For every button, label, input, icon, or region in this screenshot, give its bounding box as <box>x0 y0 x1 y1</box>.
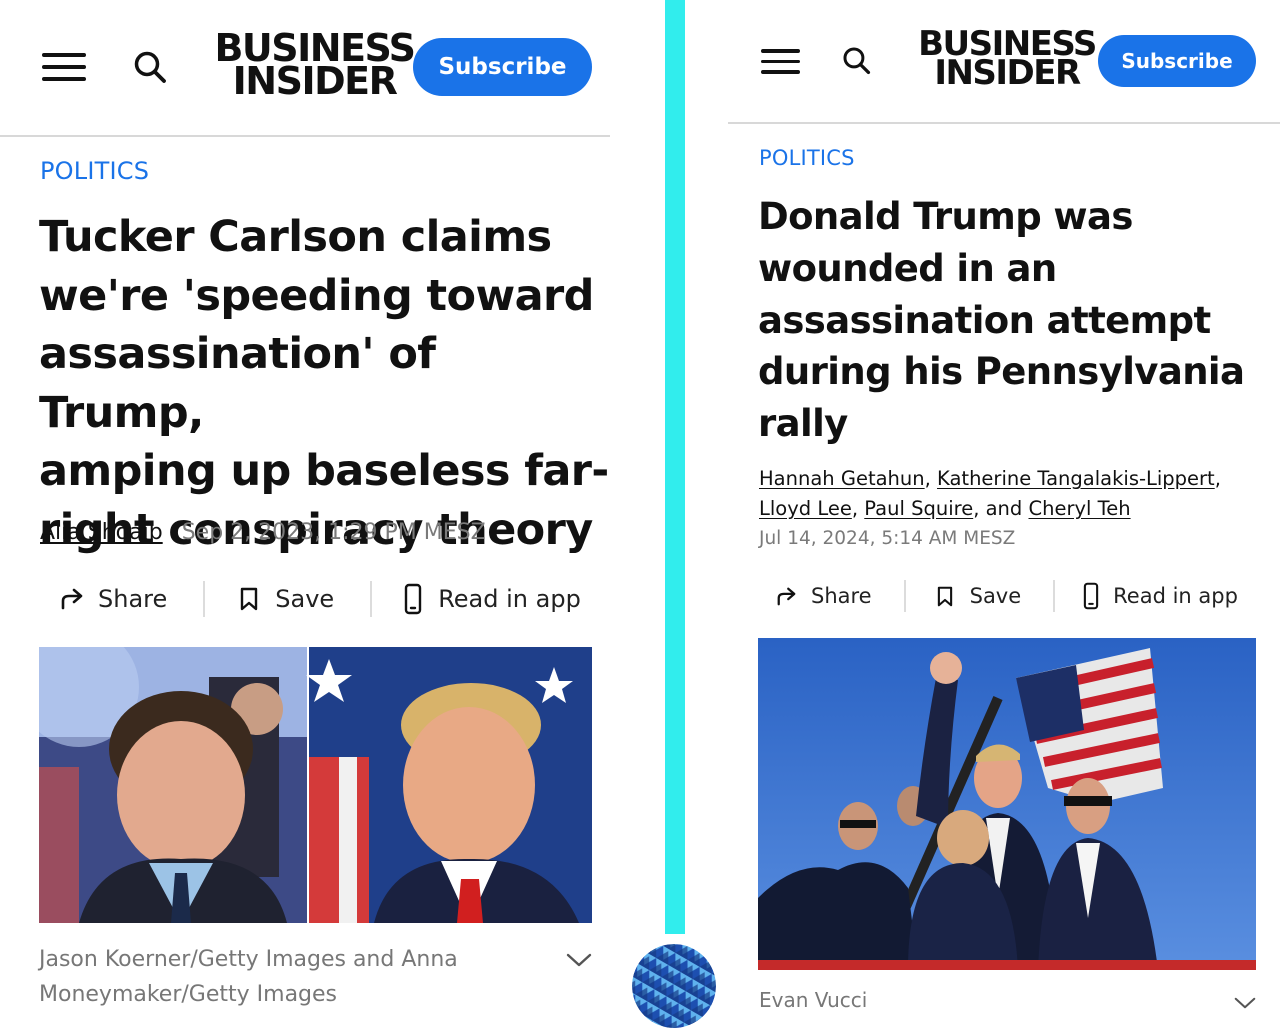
hamburger-icon[interactable] <box>761 49 800 74</box>
headline-line: Tucker Carlson claims <box>39 212 552 262</box>
read-in-app-button[interactable]: Read in app <box>1083 582 1238 610</box>
headline-line: wounded in an <box>758 246 1057 290</box>
caption-line: Moneymaker/Getty Images <box>39 982 338 1007</box>
hamburger-icon[interactable] <box>42 53 86 81</box>
article-headline: Donald Trump was wounded in an assassina… <box>758 191 1245 450</box>
article-hero-image <box>758 638 1256 970</box>
save-button[interactable]: Save <box>239 585 334 613</box>
headline-line: assassination' of Trump, <box>39 329 436 438</box>
chevron-down-icon[interactable] <box>1234 996 1256 1010</box>
headline-line: assassination attempt <box>758 298 1211 342</box>
headline-line: during his Pennsylvania <box>758 350 1245 394</box>
share-icon <box>777 587 796 605</box>
article-actions: Share Save Read in app <box>776 579 1238 613</box>
article-headline: Tucker Carlson claims we're 'speeding to… <box>39 208 610 559</box>
action-separator <box>370 581 373 617</box>
author-link[interactable]: Alia Shoaib <box>40 520 163 545</box>
bookmark-icon <box>241 587 258 611</box>
byline: Alia Shoaib Sep 2, 2023, 1:29 PM MESZ <box>40 518 486 548</box>
read-in-app-label: Read in app <box>1113 584 1238 608</box>
site-header: BUSINESS INSIDER Subscribe <box>0 0 610 137</box>
search-icon[interactable] <box>133 50 167 84</box>
share-button[interactable]: Share <box>776 584 872 608</box>
read-in-app-label: Read in app <box>438 585 581 613</box>
share-label: Share <box>811 584 872 608</box>
business-insider-logo[interactable]: BUSINESS INSIDER <box>916 27 1098 91</box>
headline-line: Donald Trump was <box>758 195 1133 238</box>
author-link[interactable]: Hannah Getahun <box>759 467 925 490</box>
search-icon[interactable] <box>842 46 871 75</box>
share-button[interactable]: Share <box>60 585 167 613</box>
right-article-screenshot: BUSINESS INSIDER Subscribe POLITICS Dona… <box>728 0 1280 1036</box>
chevron-down-icon[interactable] <box>566 952 592 968</box>
section-kicker[interactable]: POLITICS <box>759 146 855 170</box>
action-separator <box>203 581 206 617</box>
byline-separator: , <box>1214 467 1221 490</box>
business-insider-logo[interactable]: BUSINESS INSIDER <box>212 29 417 99</box>
article-actions: Share Save Read in app <box>60 580 581 618</box>
author-link[interactable]: Cheryl Teh <box>1029 497 1131 520</box>
phone-icon <box>404 583 422 615</box>
headline-line: we're 'speeding toward <box>39 270 594 321</box>
publish-date: Jul 14, 2024, 5:14 AM MESZ <box>759 528 1016 549</box>
publish-date: Sep 2, 2023, 1:29 PM MESZ <box>181 520 486 545</box>
byline-separator: , and <box>973 497 1029 520</box>
author-link[interactable]: Paul Squire <box>864 497 973 520</box>
headline-line: rally <box>758 402 848 446</box>
divider-bar <box>665 0 685 934</box>
author-link[interactable]: Lloyd Lee <box>759 497 852 520</box>
byline-separator: , <box>924 467 938 490</box>
bookmark-icon <box>937 586 952 606</box>
left-article-screenshot: BUSINESS INSIDER Subscribe POLITICS Tuck… <box>0 0 610 1036</box>
headline-line: amping up baseless far- <box>39 446 609 496</box>
site-header: BUSINESS INSIDER Subscribe <box>728 0 1280 124</box>
section-kicker[interactable]: POLITICS <box>40 157 149 185</box>
author-link[interactable]: Katherine Tangalakis-Lippert <box>937 467 1215 490</box>
byline-separator: , <box>851 497 865 520</box>
share-label: Share <box>98 585 168 613</box>
save-label: Save <box>969 584 1022 608</box>
watermark-badge <box>632 944 716 1028</box>
action-separator <box>903 580 906 612</box>
action-separator <box>1053 580 1056 612</box>
byline: Hannah Getahun, Katherine Tangalakis-Lip… <box>759 464 1259 554</box>
save-label: Save <box>275 585 335 613</box>
read-in-app-button[interactable]: Read in app <box>404 583 581 615</box>
phone-icon <box>1083 582 1099 610</box>
subscribe-button[interactable]: Subscribe <box>1098 35 1256 87</box>
image-caption: Jason Koerner/Getty Images and Anna Mone… <box>39 942 458 1012</box>
save-button[interactable]: Save <box>936 584 1022 608</box>
image-caption: Evan Vucci <box>759 988 868 1012</box>
share-icon <box>61 588 83 610</box>
caption-line: Jason Koerner/Getty Images and Anna <box>39 947 458 972</box>
subscribe-button[interactable]: Subscribe <box>413 38 592 96</box>
article-hero-image <box>39 647 592 923</box>
